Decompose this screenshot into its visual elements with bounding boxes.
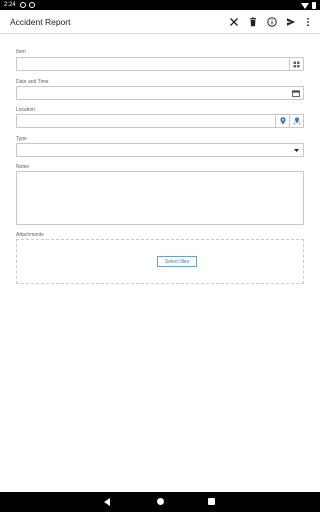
attachments-label: Attachments: [16, 232, 44, 238]
current-location-button[interactable]: [275, 115, 289, 127]
more-vert-icon: [307, 17, 309, 27]
status-icons: [301, 2, 316, 9]
map-pin-icon: [279, 117, 286, 125]
map-marker-icon: [293, 117, 300, 125]
item-label: Item: [16, 49, 26, 55]
type-dropdown-button[interactable]: [289, 144, 303, 156]
status-time: 2:24: [4, 2, 16, 8]
notes-textarea[interactable]: [16, 171, 304, 225]
nav-back-icon[interactable]: [104, 498, 110, 506]
item-picker-button[interactable]: [289, 58, 303, 70]
nav-home-icon[interactable]: [157, 498, 164, 505]
info-icon: [267, 17, 277, 27]
datetime-field[interactable]: [16, 86, 304, 100]
item-field[interactable]: [16, 57, 304, 71]
attachments-drop-zone[interactable]: Select files: [16, 239, 304, 284]
type-label: Type: [16, 136, 27, 142]
app-bar: Accident Report: [0, 10, 320, 34]
map-location-button[interactable]: [289, 115, 303, 127]
battery-icon: [312, 2, 316, 9]
chevron-down-icon: [293, 148, 299, 152]
send-button[interactable]: [284, 15, 298, 29]
select-files-button[interactable]: Select files: [157, 256, 197, 267]
page-title: Accident Report: [10, 17, 71, 27]
close-icon: [230, 18, 238, 26]
nav-recents-icon[interactable]: [208, 498, 215, 505]
datetime-picker-button[interactable]: [289, 87, 303, 99]
info-button[interactable]: [265, 15, 279, 29]
notification-icon: [20, 2, 26, 8]
location-label: Location: [16, 107, 35, 113]
delete-icon: [250, 17, 256, 27]
wifi-icon: [301, 2, 309, 9]
system-nav-bar: [0, 492, 320, 512]
delete-button[interactable]: [246, 15, 260, 29]
more-options-button[interactable]: [301, 15, 315, 29]
close-button[interactable]: [227, 15, 241, 29]
location-field[interactable]: [16, 114, 304, 128]
send-icon: [287, 18, 296, 26]
datetime-label: Date and Time: [16, 79, 49, 85]
calendar-icon: [292, 89, 300, 97]
grid-icon: [293, 61, 300, 67]
notes-label: Notes: [16, 164, 30, 170]
type-select[interactable]: [16, 143, 304, 157]
notification-icon: [29, 2, 35, 8]
status-bar: 2:24: [0, 0, 320, 10]
